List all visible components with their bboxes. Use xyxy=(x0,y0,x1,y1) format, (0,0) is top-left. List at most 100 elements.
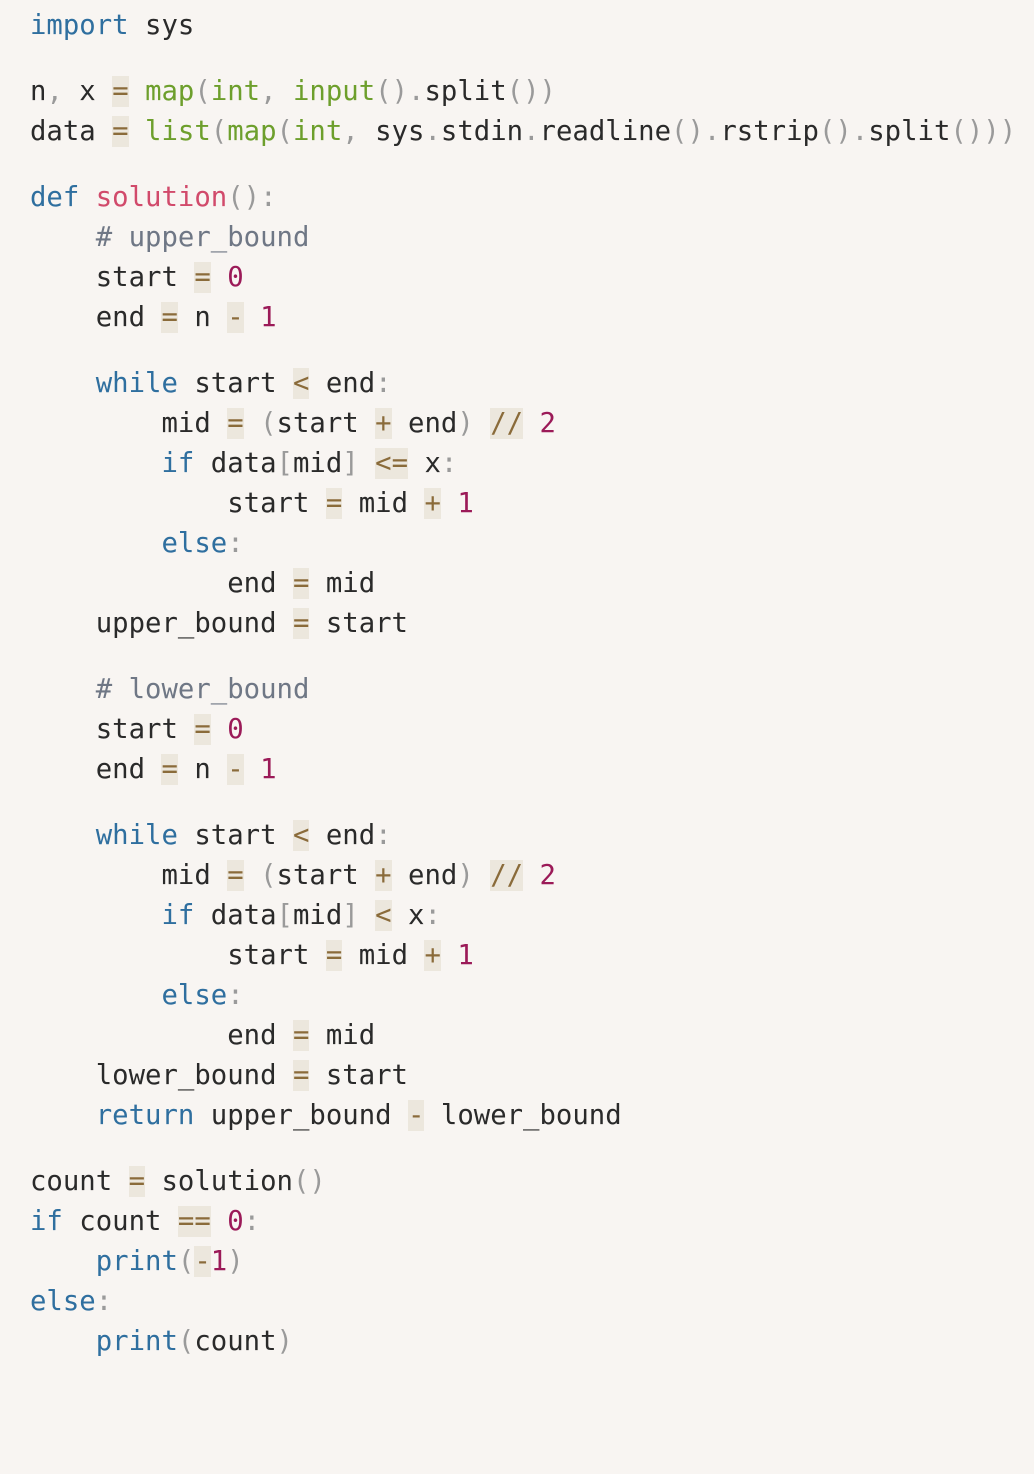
code-token-plain: end xyxy=(309,820,376,851)
code-token-op: // xyxy=(490,860,524,891)
code-line: start = mid + 1 xyxy=(30,936,1030,976)
code-token-plain: mid xyxy=(342,940,425,971)
code-token-op: = xyxy=(112,116,129,147)
code-token-op: = xyxy=(194,714,211,745)
code-token-plain: mid xyxy=(30,408,228,439)
code-token-plain: mid xyxy=(342,488,425,519)
code-token-keyword: return xyxy=(95,1100,195,1131)
code-token-punct: [ xyxy=(276,448,293,479)
code-token-op: + xyxy=(375,860,392,891)
code-line: # lower_bound xyxy=(30,670,1030,710)
code-token-op: = xyxy=(161,302,178,333)
code-token-op: - xyxy=(227,302,244,333)
code-token-plain: start xyxy=(30,488,326,519)
code-token-punct: : xyxy=(243,1206,261,1237)
code-line: else: xyxy=(30,976,1030,1016)
code-token-op: = xyxy=(292,1020,310,1051)
code-token-op: + xyxy=(375,408,392,439)
code-token-op: - xyxy=(408,1100,425,1131)
code-token-punct: : xyxy=(227,980,244,1011)
code-token-op: // xyxy=(490,408,524,439)
code-token-keyword: import xyxy=(30,10,129,41)
code-token-punct: ( xyxy=(177,1326,195,1357)
code-token-punct: ( xyxy=(210,116,228,147)
code-token-plain: sys xyxy=(358,116,425,147)
code-line: lower_bound = start xyxy=(30,1056,1030,1096)
code-token-op: < xyxy=(292,368,310,399)
code-token-plain: sys xyxy=(128,10,195,41)
code-token-keyword: while xyxy=(95,368,178,399)
code-token-punct: ) xyxy=(276,1326,293,1357)
code-token-comment: # lower_bound xyxy=(95,674,310,705)
code-token-op: = xyxy=(325,488,343,519)
code-line: start = 0 xyxy=(30,258,1030,298)
code-token-number: 1 xyxy=(260,302,277,333)
code-token-plain: stdin xyxy=(440,116,524,147)
code-line: end = mid xyxy=(30,1016,1030,1056)
code-token-plain: count xyxy=(30,1166,129,1197)
code-token-number: 0 xyxy=(227,262,244,293)
code-token-plain: end xyxy=(30,568,293,599)
code-token-op: - xyxy=(227,754,244,785)
code-line: print(-1) xyxy=(30,1242,1030,1282)
code-token-punct: , xyxy=(46,76,63,107)
code-token-plain: data xyxy=(194,448,277,479)
code-token-keyword: print xyxy=(95,1246,178,1277)
code-token-op: = xyxy=(292,1060,310,1091)
code-token-plain: end xyxy=(391,408,458,439)
code-line: data = list(map(int, sys.stdin.readline(… xyxy=(30,112,1030,152)
code-line: end = mid xyxy=(30,564,1030,604)
code-token-number: 0 xyxy=(227,714,244,745)
code-token-plain: x xyxy=(391,900,425,931)
code-token-punct: ( xyxy=(194,76,211,107)
code-token-op: = xyxy=(227,860,244,891)
code-token-punct: , xyxy=(260,76,277,107)
code-line: count = solution() xyxy=(30,1162,1030,1202)
code-token-plain: end xyxy=(30,754,162,785)
code-token-keyword: else xyxy=(161,980,228,1011)
code-token-punct: . xyxy=(523,116,540,147)
code-token-number: 0 xyxy=(227,1206,244,1237)
code-token-plain: n xyxy=(30,76,47,107)
code-line: start = 0 xyxy=(30,710,1030,750)
code-line: mid = (start + end) // 2 xyxy=(30,856,1030,896)
code-token-punct: ] xyxy=(342,900,359,931)
code-line: upper_bound = start xyxy=(30,604,1030,644)
code-token-number: 2 xyxy=(539,860,556,891)
code-token-punct: : xyxy=(375,820,392,851)
code-token-op: = xyxy=(292,608,310,639)
code-token-keyword: print xyxy=(95,1326,178,1357)
code-token-punct: ( xyxy=(276,116,293,147)
code-token-number: 2 xyxy=(539,408,556,439)
code-line: while start < end: xyxy=(30,816,1030,856)
code-line: def solution(): xyxy=(30,178,1030,218)
code-token-plain: lower_bound xyxy=(424,1100,622,1131)
code-token-punct: ) xyxy=(457,408,474,439)
code-token-plain: upper_bound xyxy=(194,1100,409,1131)
code-token-keyword: if xyxy=(161,448,195,479)
code-token-op: = xyxy=(194,262,211,293)
code-token-plain: solution xyxy=(145,1166,293,1197)
code-token-plain: readline xyxy=(539,116,672,147)
code-token-plain: start xyxy=(177,820,293,851)
code-line: while start < end: xyxy=(30,364,1030,404)
code-token-plain: n xyxy=(177,302,228,333)
code-token-number: 1 xyxy=(210,1246,228,1277)
code-token-func: solution xyxy=(95,182,228,213)
